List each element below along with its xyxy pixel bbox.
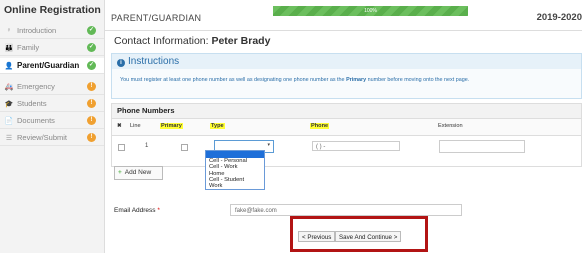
sidebar: Online Registration ♀ Introduction ✓ 👪 F… bbox=[0, 0, 105, 253]
table-header: ✖ Line Primary Type Phone Extension bbox=[112, 118, 581, 136]
type-option-work[interactable]: Work bbox=[206, 183, 264, 189]
type-dropdown-list: Cell - Personal Cell - Work Home Cell - … bbox=[205, 150, 265, 191]
progress-bar: 100% bbox=[273, 6, 468, 16]
column-header-extension: Extension bbox=[438, 123, 463, 129]
sidebar-item-documents[interactable]: 📄 Documents ! bbox=[0, 113, 104, 129]
phone-numbers-title: Phone Numbers bbox=[112, 104, 581, 118]
check-icon: ✓ bbox=[87, 61, 96, 70]
column-header-primary: Primary bbox=[160, 123, 183, 129]
add-new-button[interactable]: + Add New bbox=[114, 166, 163, 180]
check-icon: ✓ bbox=[87, 26, 96, 35]
sidebar-title: Online Registration bbox=[4, 4, 101, 16]
add-new-label: Add New bbox=[124, 169, 152, 176]
email-label: Email Address * bbox=[114, 207, 160, 214]
instructions-text-part: You must register at least one phone num… bbox=[120, 77, 347, 83]
user-icon: 👤 bbox=[4, 62, 14, 70]
instructions-panel: i Instructions You must register at least… bbox=[111, 53, 582, 99]
column-header-phone: Phone bbox=[310, 123, 330, 129]
column-header-type: Type bbox=[210, 123, 225, 129]
sidebar-item-label: Documents bbox=[17, 116, 55, 125]
sidebar-item-review-submit[interactable]: ☰ Review/Submit ! bbox=[0, 130, 104, 146]
sidebar-item-label: Students bbox=[17, 99, 47, 108]
contact-heading: Contact Information: Peter Brady bbox=[114, 35, 270, 47]
extension-input[interactable] bbox=[439, 140, 525, 153]
sidebar-item-label: Family bbox=[17, 43, 40, 52]
column-header-line: Line bbox=[130, 123, 141, 129]
sidebar-item-label: Parent/Guardian bbox=[17, 61, 80, 70]
sidebar-item-students[interactable]: 🎓 Students ! bbox=[0, 96, 104, 112]
contact-prefix: Contact Information: bbox=[114, 35, 212, 47]
chevron-down-icon: ▾ bbox=[267, 142, 270, 148]
progress-label: 100% bbox=[364, 8, 377, 14]
primary-checkbox[interactable] bbox=[181, 144, 188, 151]
list-icon: ☰ bbox=[5, 134, 13, 142]
required-mark: * bbox=[157, 207, 160, 214]
school-year: 2019-2020 bbox=[536, 12, 582, 23]
instructions-text: You must register at least one phone num… bbox=[112, 69, 581, 83]
top-bar: PARENT/GUARDIAN 100% 2019-2020 bbox=[105, 0, 582, 31]
instructions-heading: Instructions bbox=[128, 56, 180, 67]
info-icon: i bbox=[117, 59, 125, 67]
phone-input[interactable]: ( ) - bbox=[312, 141, 400, 151]
sidebar-item-label: Review/Submit bbox=[17, 133, 68, 142]
sidebar-item-family[interactable]: 👪 Family ✓ bbox=[0, 40, 104, 56]
previous-button[interactable]: < Previous bbox=[298, 231, 336, 242]
delete-row-checkbox[interactable] bbox=[118, 144, 125, 151]
email-field[interactable]: fake@fake.com bbox=[230, 204, 462, 216]
sidebar-item-introduction[interactable]: ♀ Introduction ✓ bbox=[0, 23, 104, 39]
lightbulb-icon: ♀ bbox=[6, 27, 12, 34]
type-option-blank[interactable] bbox=[206, 151, 264, 158]
check-icon: ✓ bbox=[87, 43, 96, 52]
sidebar-item-label: Emergency bbox=[17, 82, 55, 91]
instructions-text-bold: Primary bbox=[346, 77, 367, 83]
warning-icon: ! bbox=[87, 116, 96, 125]
email-label-text: Email Address bbox=[114, 207, 156, 214]
phone-numbers-panel: Phone Numbers ✖ Line Primary Type Phone … bbox=[111, 103, 582, 167]
warning-icon: ! bbox=[87, 99, 96, 108]
instructions-header: i Instructions bbox=[112, 54, 581, 69]
instructions-text-part: number before moving onto the next page. bbox=[366, 77, 470, 83]
graduation-cap-icon: 🎓 bbox=[4, 100, 14, 108]
contact-name: Peter Brady bbox=[211, 35, 271, 47]
family-icon: 👪 bbox=[4, 44, 14, 52]
document-icon: 📄 bbox=[4, 117, 14, 125]
ambulance-icon: 🚑 bbox=[4, 83, 14, 91]
page-title: PARENT/GUARDIAN bbox=[111, 13, 202, 23]
plus-icon: + bbox=[118, 169, 122, 176]
sidebar-item-parent-guardian[interactable]: 👤 Parent/Guardian ✓ bbox=[0, 58, 104, 74]
delete-column-header: ✖ bbox=[117, 123, 122, 129]
warning-icon: ! bbox=[87, 82, 96, 91]
save-and-continue-button[interactable]: Save And Continue > bbox=[335, 231, 402, 242]
warning-icon: ! bbox=[87, 133, 96, 142]
sidebar-item-emergency[interactable]: 🚑 Emergency ! bbox=[0, 79, 104, 95]
sidebar-item-label: Introduction bbox=[17, 26, 57, 35]
line-number: 1 bbox=[145, 143, 149, 149]
